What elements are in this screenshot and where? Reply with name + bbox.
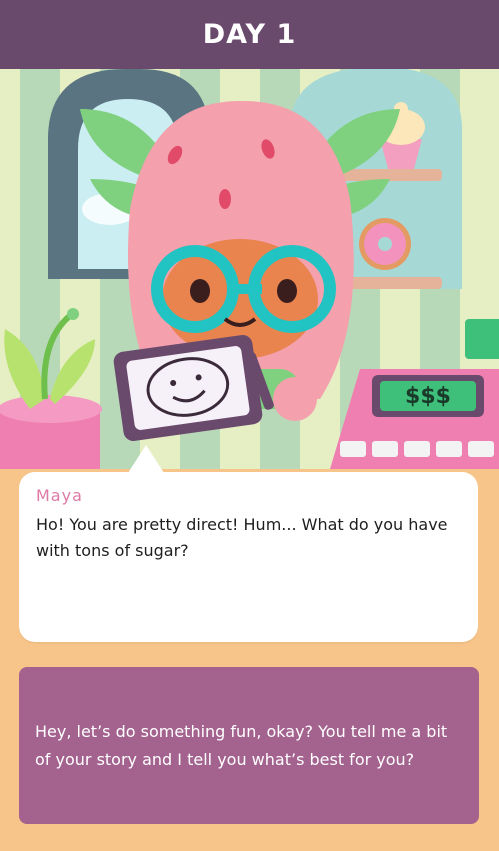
response-option-text: Hey, let’s do something fun, okay? You t… [35, 721, 448, 769]
dialogue-text: Ho! You are pretty direct! Hum... What d… [36, 515, 448, 560]
register-display: $$$ [405, 384, 451, 409]
shop-scene: $$$ [0, 69, 499, 469]
speaker-name: Maya [36, 486, 83, 505]
response-option-button[interactable]: Hey, let’s do something fun, okay? You t… [19, 667, 479, 824]
dialogue-bubble-tail [128, 445, 164, 473]
day-header: DAY 1 [0, 0, 499, 69]
day-title: DAY 1 [202, 19, 297, 50]
